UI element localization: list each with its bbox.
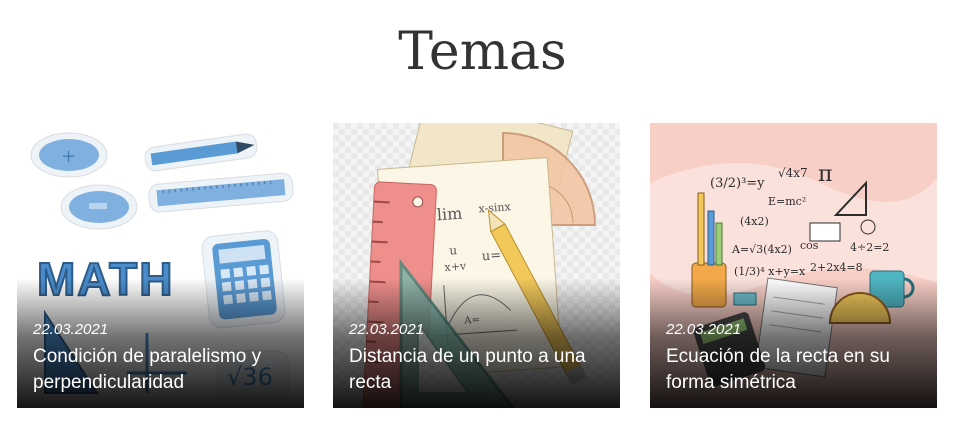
svg-text:x+v: x+v — [444, 259, 467, 274]
topic-card-ecuacion[interactable]: (3/2)³=y √4x7 E=mc² π (4x2) A=√3(4x2) (1… — [650, 123, 937, 408]
svg-text:2+2x4=8: 2+2x4=8 — [810, 261, 863, 274]
section-title: Temas — [398, 22, 567, 82]
svg-text:u: u — [449, 243, 458, 258]
card-title[interactable]: Condición de paralelismo y perpendicular… — [33, 344, 292, 396]
svg-text:A=√3(4x2): A=√3(4x2) — [731, 243, 792, 256]
topic-card-paralelismo[interactable]: + MATH — [17, 123, 304, 408]
svg-text:(1/3)⁴ x+y=x: (1/3)⁴ x+y=x — [734, 265, 806, 278]
svg-text:(4x2): (4x2) — [740, 215, 769, 228]
svg-text:π: π — [818, 162, 832, 187]
svg-text:(3/2)³=y: (3/2)³=y — [710, 176, 765, 191]
svg-text:u=: u= — [481, 248, 501, 264]
card-date: 22.03.2021 — [33, 321, 109, 338]
svg-text:+: + — [61, 146, 76, 167]
svg-text:4÷2=2: 4÷2=2 — [850, 241, 889, 254]
svg-text:x-sinx: x-sinx — [478, 200, 512, 215]
svg-text:lim: lim — [436, 204, 463, 225]
card-title[interactable]: Distancia de un punto a una recta — [349, 344, 608, 396]
svg-text:E=mc²: E=mc² — [768, 195, 806, 208]
card-date: 22.03.2021 — [666, 321, 742, 338]
svg-text:√4x7: √4x7 — [778, 166, 808, 180]
topic-card-distancia[interactable]: lim x-sinx u x+v u= A= — [333, 123, 620, 408]
card-date: 22.03.2021 — [349, 321, 425, 338]
card-title[interactable]: Ecuación de la recta en su forma simétri… — [666, 344, 925, 396]
